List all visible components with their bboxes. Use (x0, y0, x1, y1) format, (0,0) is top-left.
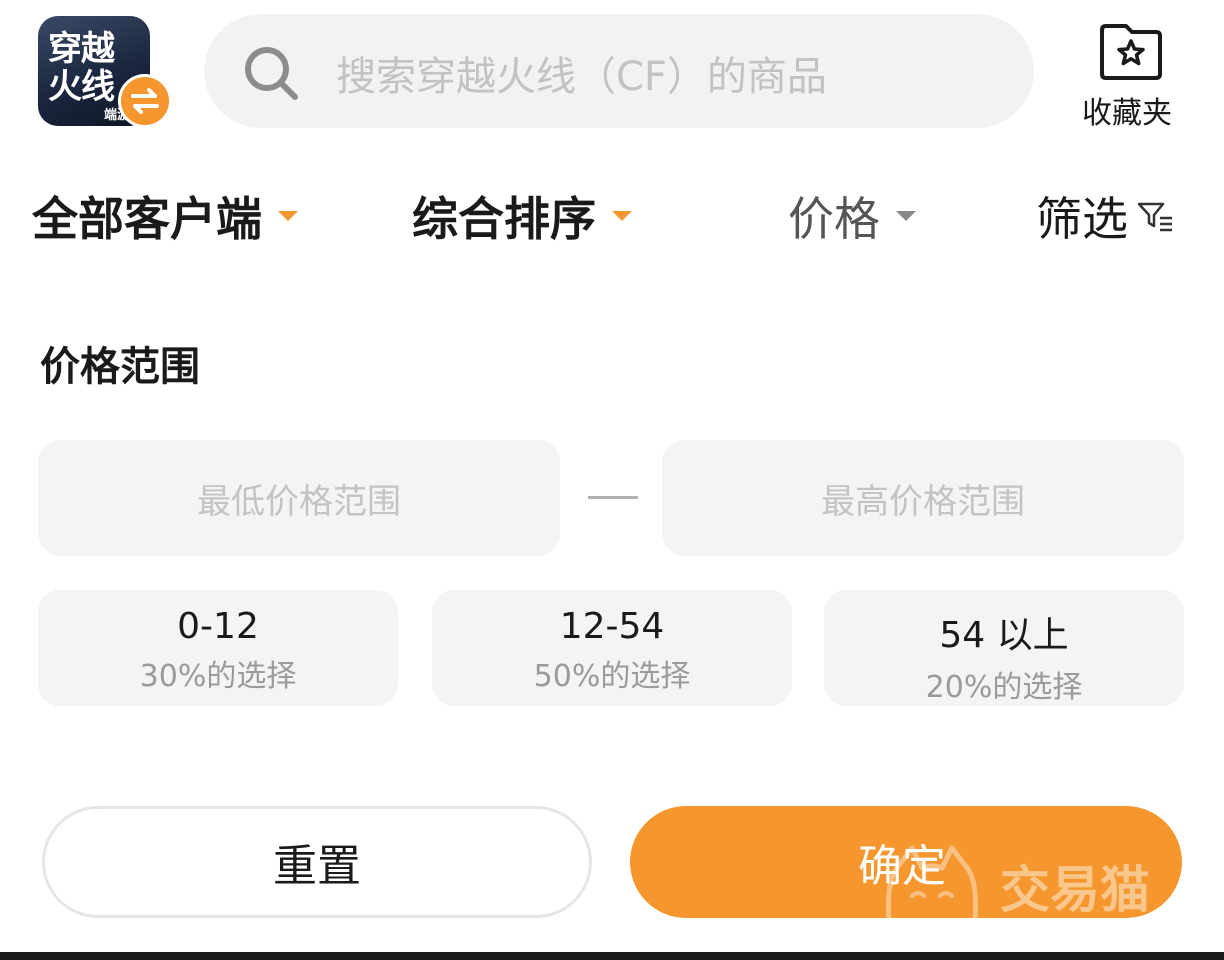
min-price-input[interactable]: 最低价格范围 (38, 440, 560, 556)
caret-down-icon (612, 211, 632, 221)
bottom-edge (0, 952, 1224, 960)
app-icon-text-line2: 火线 (48, 67, 115, 107)
range-option-label: 12-54 (559, 606, 665, 647)
caret-down-icon (896, 211, 916, 221)
search-input[interactable]: 搜索穿越火线（CF）的商品 (204, 14, 1034, 128)
search-icon (245, 47, 298, 100)
sort-label: 综合排序 (412, 192, 596, 246)
confirm-button-label: 确定 (858, 841, 946, 892)
client-filter-label: 全部客户端 (32, 192, 262, 246)
funnel-icon (1137, 202, 1172, 232)
confirm-button[interactable]: 确定 (630, 806, 1182, 918)
price-range-title: 价格范围 (40, 344, 200, 390)
range-option-share: 50%的选择 (533, 659, 691, 694)
price-range-option-0-12[interactable]: 0-12 30%的选择 (38, 590, 398, 706)
min-price-placeholder: 最低价格范围 (197, 481, 401, 522)
filter-label: 筛选 (1036, 192, 1128, 246)
max-price-placeholder: 最高价格范围 (821, 481, 1025, 522)
price-range-option-12-54[interactable]: 12-54 50%的选择 (432, 590, 792, 706)
range-option-share: 30%的选择 (139, 659, 297, 694)
swap-arrows-icon[interactable] (118, 74, 172, 128)
client-filter-dropdown[interactable]: 全部客户端 (32, 186, 298, 246)
search-placeholder: 搜索穿越火线（CF）的商品 (336, 54, 827, 100)
caret-down-icon (278, 211, 298, 221)
app-icon-text-line1: 穿越 (48, 29, 115, 69)
filter-button[interactable]: 筛选 (1036, 186, 1176, 246)
favorites-button[interactable]: 收藏夹 (1074, 18, 1194, 131)
price-label: 价格 (788, 192, 880, 246)
range-option-share: 20%的选择 (925, 670, 1083, 705)
favorites-label: 收藏夹 (1082, 96, 1172, 131)
range-separator (588, 496, 638, 499)
price-range-option-54-plus[interactable]: 54 以上 20%的选择 (824, 590, 1184, 706)
reset-button-label: 重置 (273, 841, 361, 892)
star-folder-icon (1100, 24, 1162, 80)
range-option-label: 54 以上 (939, 615, 1069, 656)
range-option-label: 0-12 (177, 606, 259, 647)
sort-dropdown[interactable]: 综合排序 (412, 186, 632, 246)
max-price-input[interactable]: 最高价格范围 (662, 440, 1184, 556)
reset-button[interactable]: 重置 (42, 806, 592, 918)
price-dropdown[interactable]: 价格 (788, 186, 916, 246)
